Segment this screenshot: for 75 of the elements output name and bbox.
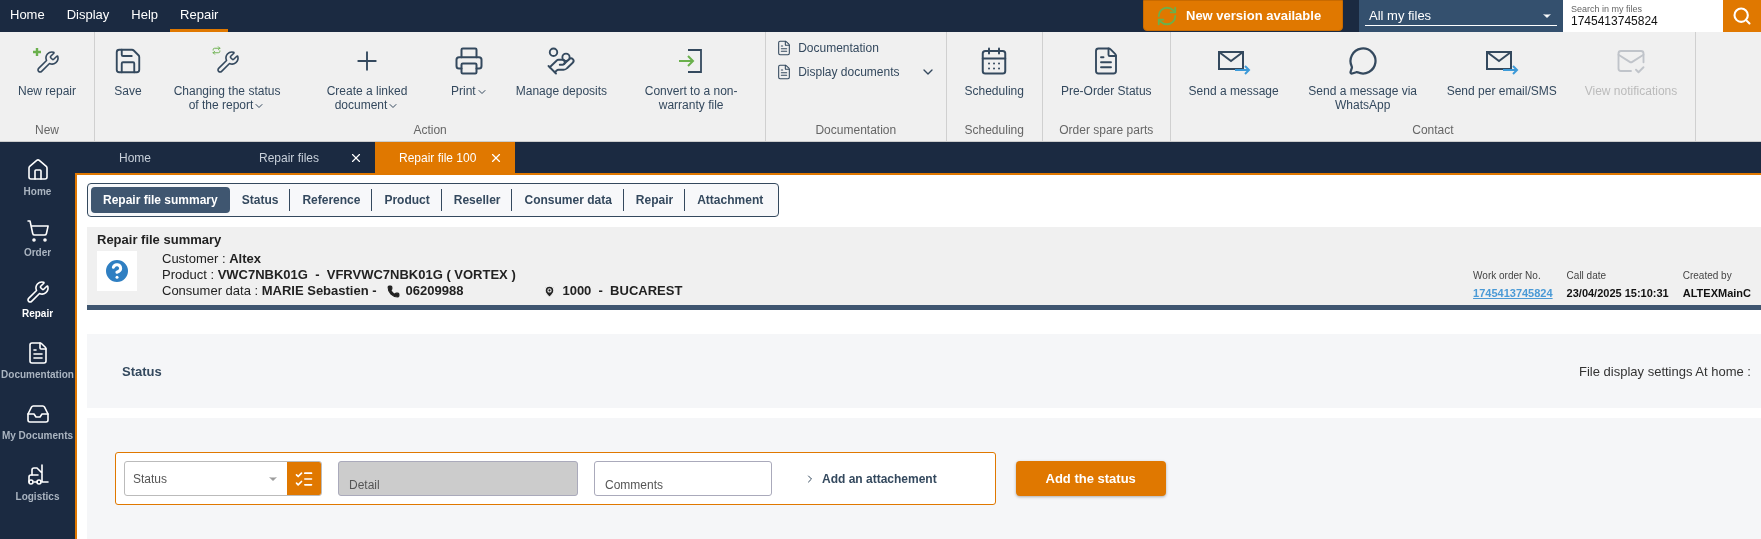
sidebar-item[interactable]: Documentation (0, 341, 75, 380)
printer-icon (454, 46, 485, 76)
hand-money-icon (546, 46, 577, 76)
search-label: Search in my files (1571, 4, 1644, 14)
summary-line: Product : VWC7NBK01G - VFRVWC7NBK01G ( VORTEX ) (162, 267, 517, 283)
tab[interactable]: Home (95, 142, 235, 173)
section-tab[interactable]: Product (372, 187, 442, 213)
ribbon-button[interactable]: Manage deposits (501, 32, 622, 123)
display-settings-label: File display settings At home : (1579, 363, 1751, 379)
document-icon (776, 40, 793, 56)
wrench-plus-icon (32, 46, 62, 76)
group-title: Documentation (814, 123, 898, 139)
sidebar-item[interactable]: Home (0, 158, 75, 197)
group-title: Scheduling (963, 123, 1025, 139)
inbox-icon (25, 402, 50, 426)
dolly-icon (25, 463, 50, 487)
ribbon-button[interactable]: New repair (4, 32, 91, 123)
refresh-icon (1156, 4, 1178, 27)
search-button[interactable] (1723, 0, 1761, 32)
ribbon-button[interactable]: Send a message (1174, 32, 1293, 123)
status-list-button[interactable] (287, 462, 321, 495)
group-title: Order spare parts (1058, 123, 1155, 139)
ribbon-button[interactable]: Documentation (776, 38, 936, 58)
chat-bubble-icon (1347, 46, 1378, 76)
search-icon (1732, 6, 1752, 26)
phone-icon (386, 284, 400, 298)
ribbon-button[interactable]: Send a message via WhatsApp (1292, 32, 1433, 123)
sidebar-item[interactable]: Logistics (0, 463, 75, 502)
ribbon-button[interactable]: Convert to a non-warranty file (621, 32, 762, 123)
tab[interactable]: Repair files (235, 142, 375, 173)
ribbon-button[interactable]: Display documents (776, 62, 936, 82)
document-icon (776, 64, 793, 80)
ribbon-button[interactable]: Send per email/SMS (1432, 32, 1571, 123)
section-tab[interactable]: Reseller (441, 187, 513, 213)
help-icon (97, 251, 137, 291)
meta-label: Call date (1566, 270, 1608, 281)
ribbon-button[interactable]: Scheduling (950, 32, 1038, 123)
group-title: New (34, 123, 60, 139)
meta-value: ALTEXMainC (1682, 287, 1751, 299)
group-title: Contact (1411, 123, 1455, 139)
sidebar-item[interactable]: My Documents (0, 402, 75, 441)
menu-item[interactable]: Display (56, 0, 120, 32)
cart-icon (25, 219, 50, 243)
meta-label: Work order No. (1473, 270, 1542, 281)
section-tab[interactable]: Repair (623, 187, 686, 213)
phone-number: 06209988 (405, 283, 464, 299)
meta-value: 23/04/2025 15:10:31 (1566, 287, 1669, 299)
section-tab[interactable]: Repair file summary (91, 187, 230, 213)
sidebar-item[interactable]: Order (0, 219, 75, 258)
section-title: Status (122, 363, 162, 379)
ribbon-button[interactable]: Print (437, 32, 502, 123)
summary-title: Repair file summary (97, 232, 223, 247)
home-icon (25, 158, 50, 182)
summary-line: Customer : Altex (162, 251, 262, 267)
meta-label: Created by (1682, 270, 1733, 281)
section-tab[interactable]: Attachment (685, 187, 776, 213)
summary-line: Consumer data : MARIE Sebastien - (162, 283, 377, 299)
comments-field[interactable]: Comments (594, 461, 772, 496)
section-tab[interactable]: Consumer data (512, 187, 624, 213)
group-title: Action (412, 123, 448, 139)
status-dropdown[interactable]: Status (124, 461, 322, 496)
location-text: 1000 - BUCAREST (562, 283, 683, 299)
menu-item[interactable]: Help (121, 0, 169, 32)
section-tab[interactable]: Reference (290, 187, 373, 213)
ribbon-button[interactable]: Create a linked document (297, 32, 438, 123)
sidebar-item[interactable]: Repair (0, 280, 75, 319)
section-tab[interactable]: Status (229, 187, 291, 213)
ribbon-button[interactable]: Save (99, 32, 158, 123)
location-icon (543, 284, 557, 298)
wrench-icon (25, 280, 50, 304)
search-field[interactable]: Search in my files 1745413745824 (1563, 0, 1723, 32)
menu-item[interactable]: Home (0, 0, 55, 32)
ribbon-button[interactable]: Changing the status of the report (157, 32, 298, 123)
ribbon-button[interactable]: Pre-Order Status (1046, 32, 1166, 123)
add-attachment-link[interactable]: Add an attachement (788, 471, 987, 486)
